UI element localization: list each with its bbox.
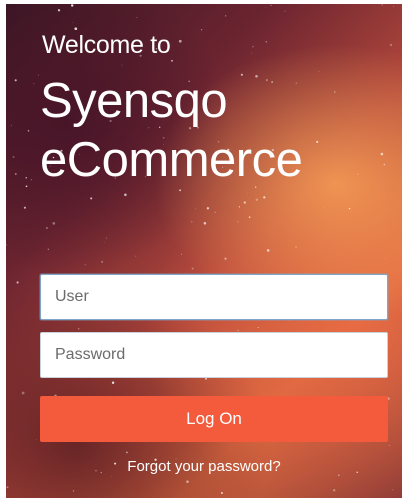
star [52, 222, 56, 225]
star [101, 260, 104, 263]
star [72, 22, 74, 23]
star [243, 201, 246, 204]
star [224, 257, 227, 260]
star [36, 438, 37, 440]
star [263, 196, 266, 199]
brand-title: Syensqo eCommerce [40, 72, 303, 190]
star [191, 267, 194, 270]
star [14, 173, 17, 175]
log-on-button[interactable]: Log On [40, 396, 388, 442]
star [103, 242, 105, 243]
star [206, 207, 210, 210]
star [203, 222, 207, 225]
star [178, 39, 182, 43]
star [318, 71, 320, 72]
star [270, 4, 272, 6]
star [16, 281, 19, 284]
star [392, 489, 394, 491]
forgot-password-link[interactable]: Forgot your password? [6, 458, 402, 475]
login-screen: Welcome to Syensqo eCommerce Log On Forg… [6, 4, 402, 498]
star [186, 480, 189, 483]
star [78, 328, 80, 330]
star [248, 216, 251, 219]
star [389, 43, 393, 47]
star [251, 52, 252, 54]
star [6, 486, 9, 489]
star [27, 129, 30, 132]
star [348, 207, 351, 210]
star [266, 249, 270, 252]
star [25, 185, 28, 188]
star [323, 207, 325, 208]
user-input[interactable] [40, 274, 388, 320]
star [45, 226, 49, 230]
star [90, 197, 93, 200]
star [295, 246, 297, 248]
star [393, 6, 395, 7]
star [135, 255, 137, 257]
star [214, 211, 216, 213]
star [238, 206, 241, 208]
star [237, 221, 239, 223]
star [10, 124, 12, 126]
star [380, 152, 384, 156]
star [84, 264, 86, 266]
star [388, 444, 390, 446]
star [171, 59, 173, 62]
brand-line-2: eCommerce [40, 133, 303, 187]
star [125, 451, 128, 454]
star [252, 45, 254, 48]
star [191, 221, 193, 223]
star [224, 15, 227, 17]
star [265, 40, 268, 43]
star [284, 10, 286, 12]
star [25, 177, 27, 179]
star [385, 257, 387, 259]
star [136, 17, 138, 18]
star [37, 74, 39, 76]
star [357, 173, 359, 175]
star [124, 193, 127, 197]
star [111, 381, 115, 384]
star [106, 237, 107, 239]
star [14, 79, 17, 82]
brand-line-1: Syensqo [40, 74, 228, 128]
star [316, 140, 319, 143]
star [257, 326, 259, 329]
star [72, 490, 75, 492]
star [57, 9, 61, 12]
star [181, 253, 182, 255]
star [334, 91, 336, 93]
star [121, 64, 123, 66]
star [205, 377, 207, 380]
star [247, 193, 249, 195]
password-input[interactable] [40, 332, 388, 378]
star [30, 179, 32, 181]
star [381, 4, 383, 6]
star [23, 206, 26, 209]
star [47, 248, 50, 250]
star [21, 391, 25, 395]
star [122, 496, 123, 498]
star [220, 492, 223, 494]
star [6, 243, 7, 246]
star [255, 198, 259, 202]
star [111, 476, 112, 477]
star [33, 83, 35, 85]
welcome-text: Welcome to [42, 31, 171, 59]
star [383, 163, 386, 166]
star [70, 4, 74, 7]
star [333, 489, 336, 492]
star [12, 156, 15, 158]
star [194, 208, 196, 210]
star [264, 7, 266, 9]
star [200, 29, 203, 31]
